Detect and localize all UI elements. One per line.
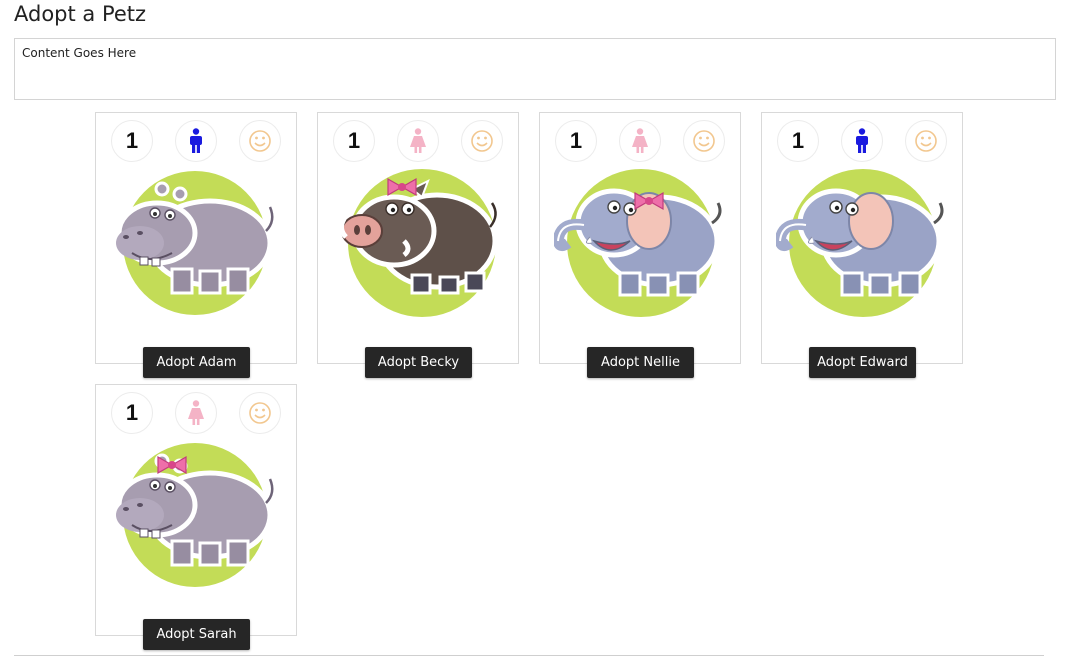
page-title: Adopt a Petz — [14, 2, 147, 26]
adopt-sarah-button[interactable]: Adopt Sarah — [143, 619, 250, 650]
pet-card-sarah: 1 Adopt Sarah — [95, 384, 297, 650]
content-area: Content Goes Here — [14, 38, 1056, 100]
gender-badge — [397, 120, 439, 162]
mood-badge — [683, 120, 725, 162]
elephant-illustration — [776, 169, 944, 317]
pet-count: 1 — [347, 128, 361, 153]
adopt-nellie-button[interactable]: Adopt Nellie — [587, 347, 694, 378]
pet-count-badge: 1 — [555, 120, 597, 162]
gender-badge — [175, 120, 217, 162]
gender-badge — [619, 120, 661, 162]
pet-count-badge: 1 — [111, 392, 153, 434]
smiley-icon — [249, 130, 271, 152]
male-icon — [856, 128, 868, 153]
pet-card-edward: 1 Adopt Edward — [761, 112, 963, 378]
elephant-illustration — [554, 169, 722, 317]
pet-count-badge: 1 — [111, 120, 153, 162]
gender-badge — [841, 120, 883, 162]
mood-badge — [905, 120, 947, 162]
boar-illustration — [338, 169, 498, 317]
pet-count: 1 — [791, 128, 805, 153]
pet-count: 1 — [125, 128, 139, 153]
smiley-icon — [471, 130, 493, 152]
female-icon — [410, 128, 426, 153]
pet-count-badge: 1 — [333, 120, 375, 162]
smiley-icon — [915, 130, 937, 152]
hippo-illustration — [116, 171, 274, 315]
pet-count-badge: 1 — [777, 120, 819, 162]
pet-card-adam: 1 Adopt Adam — [95, 112, 297, 378]
smiley-icon — [249, 402, 271, 424]
pet-count: 1 — [125, 400, 139, 425]
adopt-adam-button[interactable]: Adopt Adam — [143, 347, 250, 378]
adopt-becky-button[interactable]: Adopt Becky — [365, 347, 472, 378]
adopt-edward-button[interactable]: Adopt Edward — [809, 347, 916, 378]
gender-badge — [175, 392, 217, 434]
pet-count: 1 — [569, 128, 583, 153]
smiley-icon — [693, 130, 715, 152]
pet-card-nellie: 1 Adopt Nellie — [539, 112, 741, 378]
footer-divider — [14, 655, 1044, 656]
mood-badge — [239, 120, 281, 162]
male-icon — [190, 128, 202, 153]
mood-badge — [239, 392, 281, 434]
hippo-illustration — [116, 443, 274, 587]
female-icon — [632, 128, 648, 153]
mood-badge — [461, 120, 503, 162]
content-text: Content Goes Here — [22, 46, 137, 60]
female-icon — [188, 400, 204, 425]
pet-card-becky: 1 Adopt Becky — [317, 112, 519, 378]
